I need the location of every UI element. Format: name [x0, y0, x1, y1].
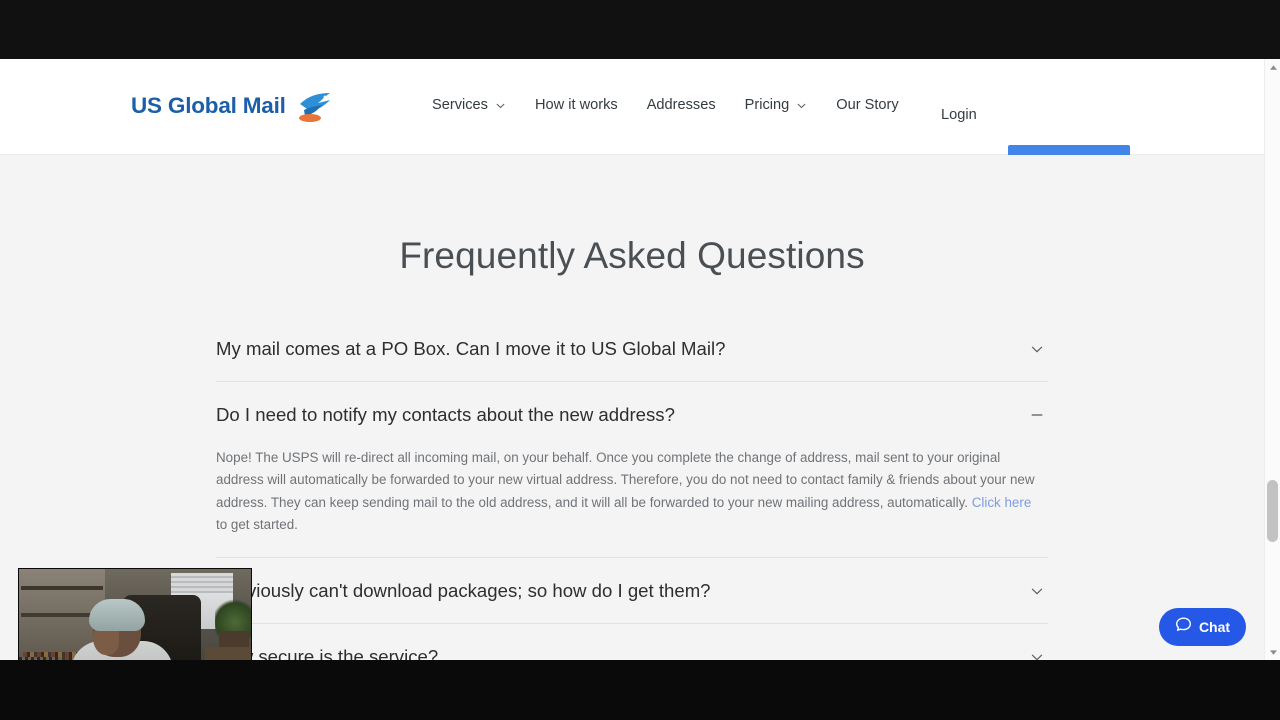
nav-item-how-it-works[interactable]: How it works: [535, 95, 618, 115]
page-title: Frequently Asked Questions: [399, 235, 865, 276]
faq-question-toggle[interactable]: How secure is the service?: [216, 624, 1048, 660]
login-link[interactable]: Login: [941, 107, 977, 123]
caret-down-icon[interactable]: [1265, 644, 1280, 660]
nav-item-pricing[interactable]: Pricing: [745, 95, 808, 115]
chevron-down-icon[interactable]: [1026, 646, 1048, 660]
minus-icon[interactable]: [1026, 404, 1048, 426]
nav-item-label: Our Story: [836, 97, 899, 113]
faq-answer-tail: to get started.: [216, 517, 298, 533]
faq-accordion: My mail comes at a PO Box. Can I move it…: [216, 316, 1048, 660]
nav-item-label: How it works: [534, 97, 618, 113]
nav-item-label: Services: [432, 97, 488, 113]
nav-item-addresses[interactable]: Addresses: [647, 95, 716, 115]
faq-question-toggle[interactable]: I obviously can't download packages; so …: [216, 558, 1048, 623]
eagle-logo-icon: [294, 90, 334, 124]
scrollbar-thumb[interactable]: [1267, 480, 1278, 542]
nav-item-services[interactable]: Services: [432, 95, 506, 115]
chevron-down-icon: [796, 100, 807, 111]
faq-question-text: I obviously can't download packages; so …: [216, 579, 711, 601]
faq-answer-text: Nope! The USPS will re-direct all incomi…: [216, 450, 1035, 510]
faq-question-toggle[interactable]: My mail comes at a PO Box. Can I move it…: [216, 316, 1048, 381]
chat-widget-label: Chat: [1198, 619, 1231, 635]
site-header: US Global Mail Services How it works Add…: [0, 59, 1264, 188]
site-logo[interactable]: US Global Mail: [131, 89, 334, 123]
chevron-down-icon: [495, 100, 506, 111]
chevron-down-icon[interactable]: [1026, 338, 1048, 360]
main-navigation: Services How it works Addresses Pricing: [432, 95, 899, 115]
caret-up-icon[interactable]: [1265, 59, 1280, 75]
faq-item: Do I need to notify my contacts about th…: [216, 382, 1048, 558]
chevron-down-icon[interactable]: [1026, 580, 1048, 602]
chat-widget-button[interactable]: Chat: [1159, 608, 1246, 646]
chat-bubble-icon: [1175, 616, 1192, 638]
letterbox-bar-top: [0, 0, 1280, 59]
logo-text: US Global Mail: [131, 93, 286, 118]
faq-answer-link[interactable]: Click here: [972, 495, 1032, 510]
page-scrollbar[interactable]: [1264, 59, 1280, 660]
faq-question-text: My mail comes at a PO Box. Can I move it…: [216, 338, 726, 359]
faq-item: How secure is the service?: [216, 624, 1048, 660]
screen-recording-frame: US Global Mail Services How it works Add…: [0, 0, 1280, 720]
faq-answer: Nope! The USPS will re-direct all incomi…: [216, 447, 1044, 557]
faq-item: My mail comes at a PO Box. Can I move it…: [216, 316, 1048, 382]
faq-item: I obviously can't download packages; so …: [216, 558, 1048, 624]
nav-item-our-story[interactable]: Our Story: [836, 95, 898, 115]
faq-question-text: Do I need to notify my contacts about th…: [216, 404, 675, 425]
nav-item-label: Pricing: [744, 97, 790, 113]
letterbox-bar-bottom: [0, 660, 1280, 720]
faq-question-toggle[interactable]: Do I need to notify my contacts about th…: [216, 382, 1048, 447]
nav-item-label: Addresses: [646, 97, 716, 113]
